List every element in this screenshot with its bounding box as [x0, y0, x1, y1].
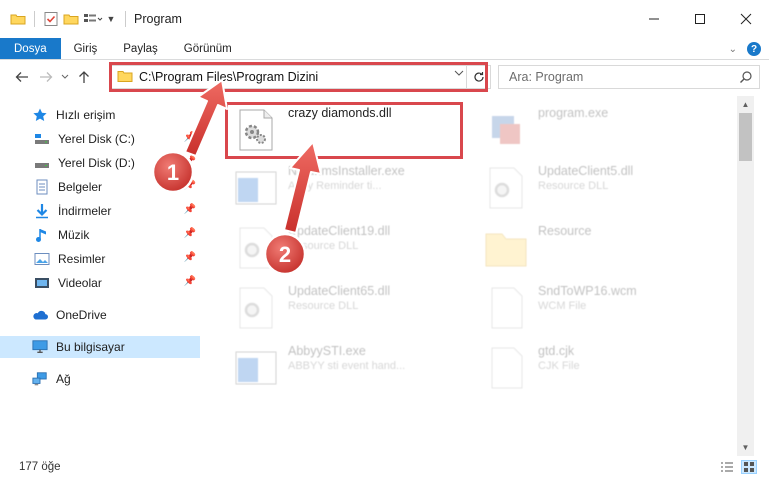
arrow-2 — [283, 141, 322, 234]
status-bar: 177 öğe — [0, 456, 769, 478]
tiles-view-icon[interactable] — [741, 460, 757, 474]
callout-1: 1 — [151, 150, 195, 194]
callout-1-label: 1 — [167, 160, 179, 185]
callout-2: 2 — [263, 232, 307, 276]
arrow-1 — [184, 79, 228, 157]
view-toggle — [719, 460, 757, 474]
item-count: 177 öğe — [19, 461, 61, 473]
details-view-icon[interactable] — [719, 460, 735, 474]
callout-2-label: 2 — [279, 242, 291, 267]
tutorial-annotations: 1 2 — [151, 79, 322, 276]
